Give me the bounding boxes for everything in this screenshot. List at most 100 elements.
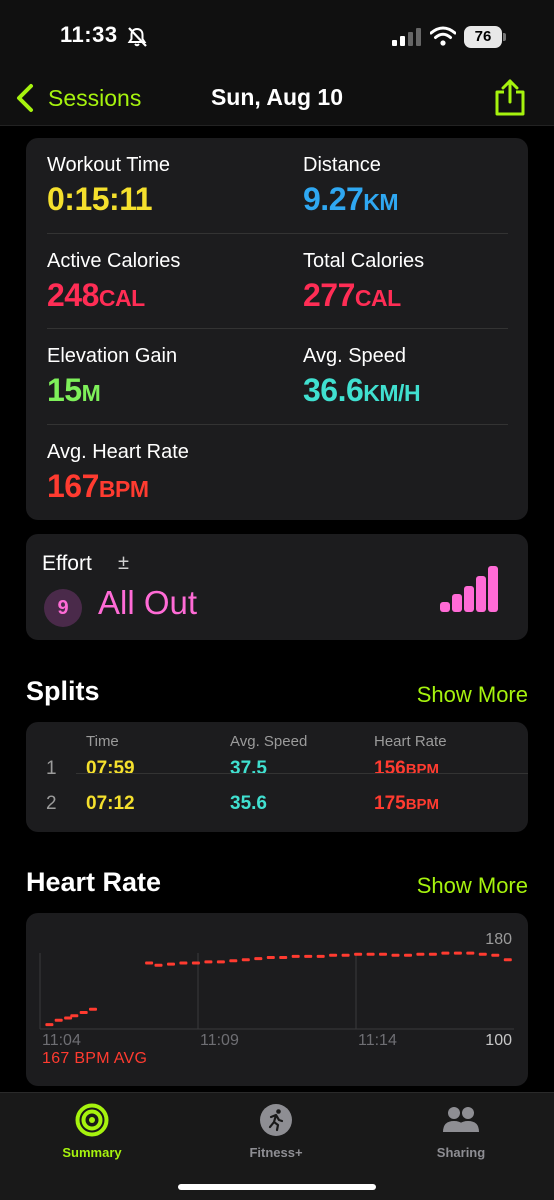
- home-indicator[interactable]: [178, 1184, 376, 1190]
- heart-rate-point: [154, 963, 163, 967]
- splits-header-heart-rate: Heart Rate: [374, 733, 447, 750]
- silent-bell-icon: [127, 27, 147, 47]
- heart-rate-point: [70, 1014, 79, 1018]
- effort-score-badge: 9: [44, 589, 82, 627]
- effort-rating-text: All Out: [98, 584, 198, 621]
- battery-level: 76: [464, 26, 502, 48]
- heart-rate-point: [229, 959, 238, 963]
- heart-rate-point: [145, 961, 154, 965]
- metric-workout-time: Workout Time 0:15:11: [47, 154, 277, 218]
- heart-rate-card[interactable]: 180 100 11:04 11:09 11:14 167 BPM AVG: [26, 913, 528, 1086]
- split-heart-rate: 156BPM: [374, 758, 440, 779]
- effort-level-bars-icon: [440, 566, 498, 612]
- cellular-signal-icon: [392, 28, 421, 46]
- heart-rate-point: [503, 958, 512, 962]
- split-index: 2: [46, 793, 57, 814]
- y-min-label: 100: [485, 1032, 512, 1049]
- metric-value: 277CAL: [303, 277, 401, 313]
- effort-card[interactable]: Effort ± 9 All Out: [26, 534, 528, 640]
- heart-rate-point: [54, 1018, 63, 1022]
- heart-rate-point: [366, 952, 375, 956]
- metric-unit: CAL: [354, 285, 401, 311]
- heart-rate-point: [354, 952, 363, 956]
- heart-rate-point: [491, 953, 500, 957]
- wifi-icon: [430, 26, 456, 46]
- metric-unit: M: [81, 380, 101, 406]
- effort-label: Effort: [42, 552, 92, 575]
- heart-rate-point: [428, 952, 437, 956]
- metric-unit: KM: [363, 189, 399, 215]
- divider: [47, 424, 508, 425]
- tab-fitness-plus[interactable]: Fitness+: [206, 1103, 346, 1160]
- heart-rate-point: [266, 956, 275, 959]
- runner-icon: [260, 1104, 292, 1136]
- status-time: 11:33: [60, 22, 118, 47]
- heart-rate-point: [254, 957, 263, 961]
- metric-value: 9.27KM: [303, 181, 399, 217]
- battery-indicator: 76: [464, 26, 506, 48]
- heart-rate-point: [167, 962, 175, 966]
- splits-title: Splits: [26, 676, 100, 706]
- metric-avg-speed: Avg. Speed 36.6KM/H: [303, 345, 533, 409]
- tab-label: Sharing: [436, 1145, 486, 1160]
- splits-header-speed: Avg. Speed: [230, 733, 308, 750]
- navigation-bar: Sessions Sun, Aug 10: [0, 76, 554, 126]
- metric-unit: KM/H: [363, 380, 421, 406]
- plus-minus-icon[interactable]: ±: [118, 552, 129, 575]
- x-tick-label: 11:04: [42, 1032, 81, 1049]
- heart-rate-point: [478, 952, 487, 956]
- heart-rate-point: [441, 951, 450, 955]
- split-time: 07:59: [86, 758, 135, 779]
- activity-rings-icon: [75, 1103, 109, 1137]
- heart-rate-point: [45, 1023, 54, 1027]
- metric-elevation-gain: Elevation Gain 15M: [47, 345, 277, 409]
- divider: [47, 328, 508, 329]
- metric-value: 36.6KM/H: [303, 372, 421, 408]
- heart-rate-point: [241, 958, 250, 962]
- metric-label: Distance: [303, 154, 381, 176]
- heart-rate-point: [329, 953, 338, 957]
- heart-rate-point: [391, 953, 400, 957]
- heart-rate-point: [179, 961, 188, 965]
- metric-label: Elevation Gain: [47, 345, 178, 367]
- splits-card: Time Avg. Speed Heart Rate 1 07:59 37.5 …: [26, 722, 528, 832]
- metric-value: 15M: [47, 372, 101, 408]
- heart-rate-point: [304, 954, 313, 958]
- split-time: 07:12: [86, 793, 135, 814]
- share-icon[interactable]: [492, 78, 528, 118]
- heart-rate-point: [379, 952, 387, 956]
- metric-label: Avg. Speed: [303, 345, 407, 367]
- metric-value: 167BPM: [47, 468, 149, 504]
- metric-unit: CAL: [98, 285, 145, 311]
- heart-rate-point: [453, 951, 462, 955]
- y-max-label: 180: [485, 931, 512, 948]
- workout-metrics-card: Workout Time 0:15:11 Distance 9.27KM Act…: [26, 138, 528, 520]
- metric-label: Workout Time: [47, 154, 170, 176]
- divider: [76, 773, 528, 774]
- tab-summary[interactable]: Summary: [22, 1103, 162, 1160]
- divider: [47, 233, 508, 234]
- split-speed: 37.5: [230, 758, 267, 779]
- metric-value: 0:15:11: [47, 181, 153, 217]
- metric-value: 248CAL: [47, 277, 145, 313]
- heart-rate-point: [316, 954, 325, 958]
- metric-distance: Distance 9.27KM: [303, 154, 533, 218]
- metric-label: Active Calories: [47, 250, 181, 272]
- split-heart-rate: 175BPM: [374, 793, 440, 814]
- heart-rate-point: [279, 956, 288, 959]
- splits-show-more-button[interactable]: Show More: [417, 682, 528, 708]
- tab-sharing[interactable]: Sharing: [391, 1103, 531, 1160]
- x-tick-label: 11:14: [358, 1032, 397, 1049]
- metric-total-calories: Total Calories 277CAL: [303, 250, 533, 314]
- heart-rate-point: [191, 961, 200, 965]
- heart-rate-point: [341, 953, 350, 957]
- tab-label: Summary: [62, 1145, 122, 1160]
- heart-rate-show-more-button[interactable]: Show More: [417, 873, 528, 899]
- page-title: Sun, Aug 10: [210, 84, 344, 110]
- tab-label: Fitness+: [249, 1145, 303, 1160]
- heart-rate-point: [79, 1011, 88, 1014]
- heart-rate-point: [416, 952, 425, 956]
- heart-rate-point: [204, 960, 213, 964]
- heart-rate-point: [216, 960, 225, 964]
- splits-header-time: Time: [86, 733, 119, 750]
